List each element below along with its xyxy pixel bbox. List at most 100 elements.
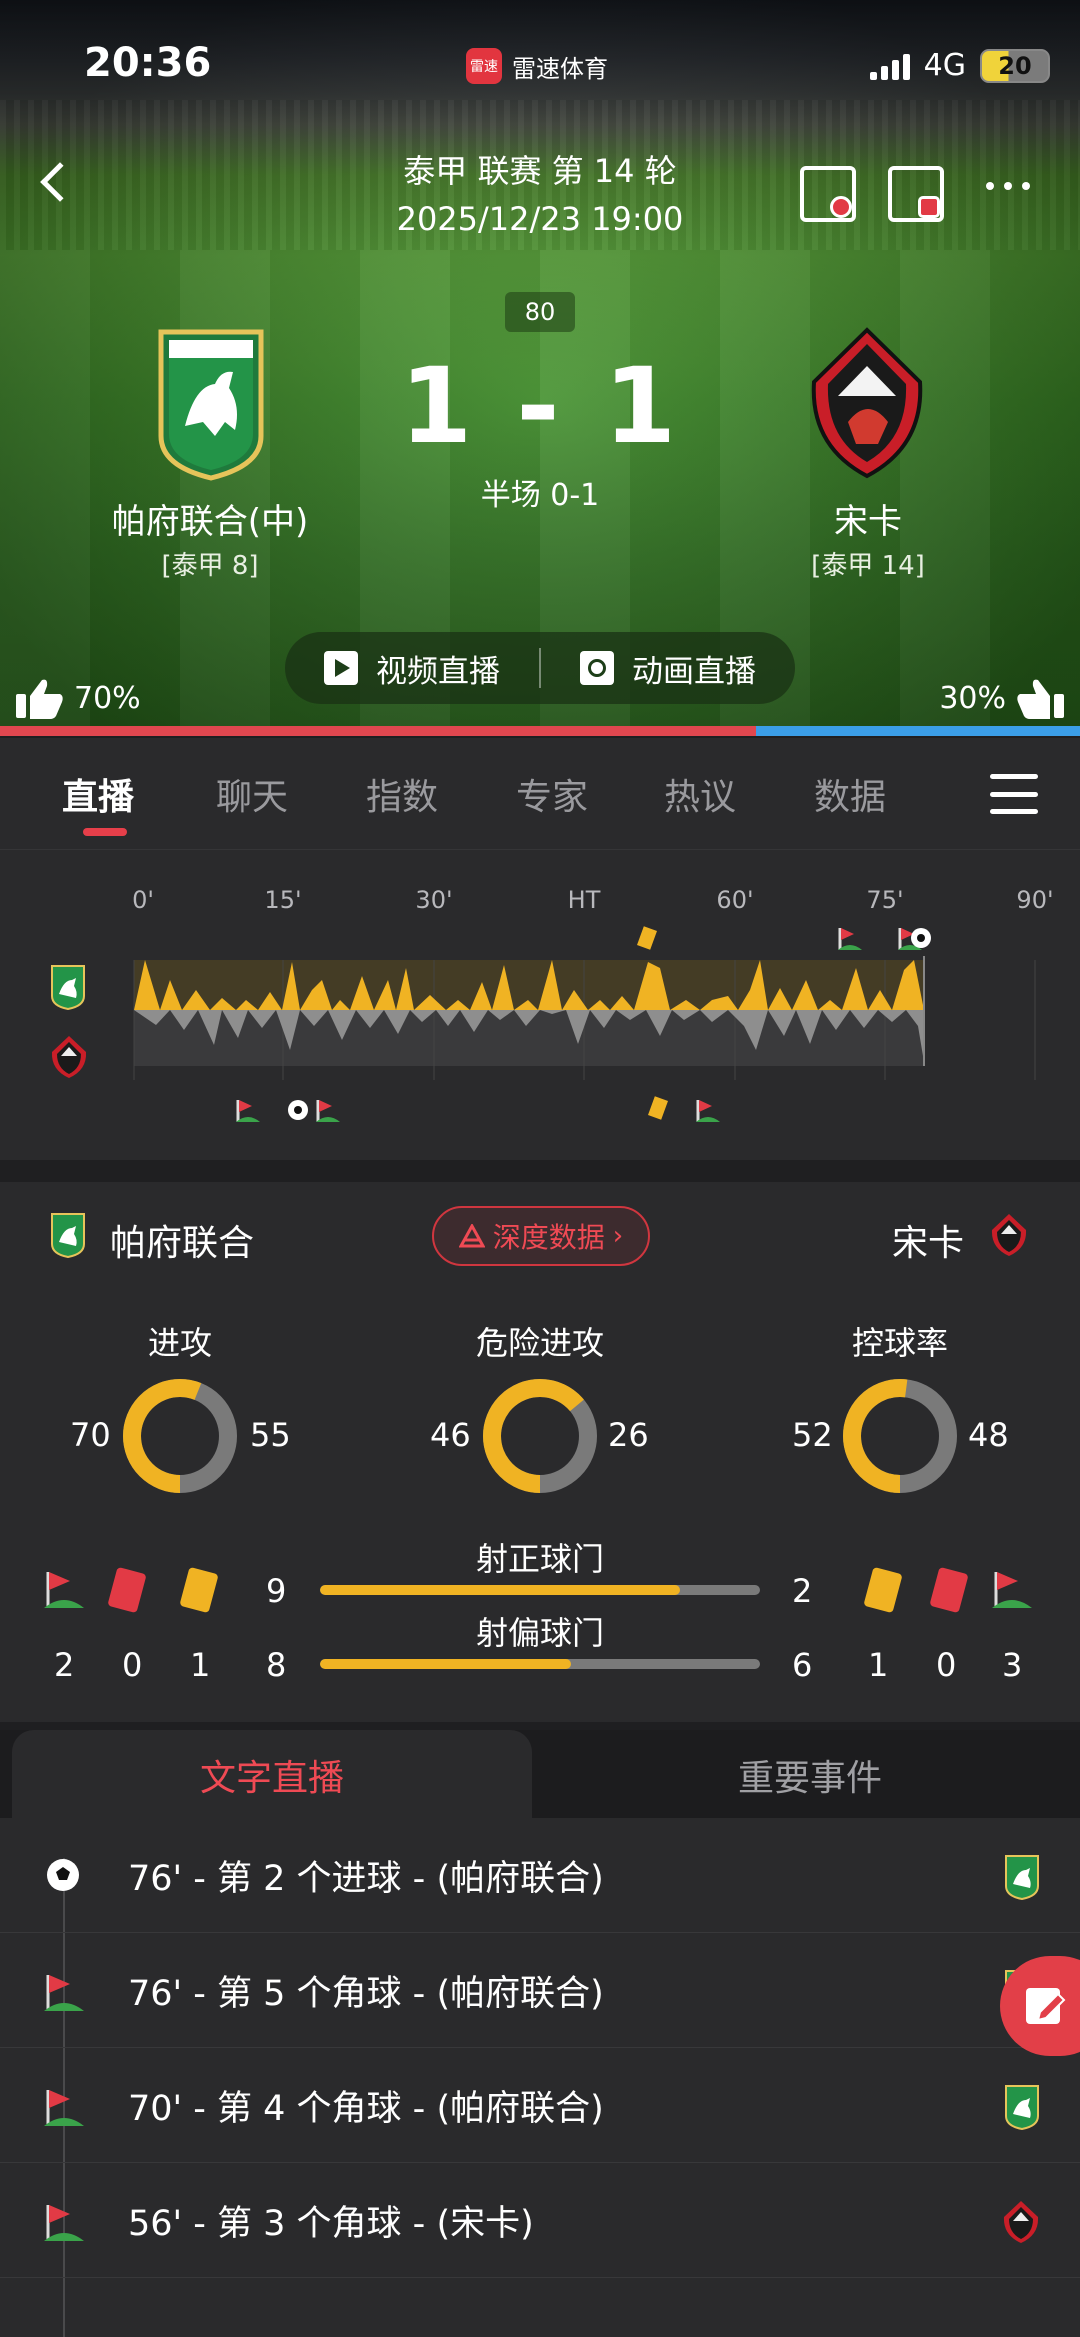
event-text: 76' - 第 2 个进球 - (帕府联合) (128, 1858, 604, 1899)
away-vote-pct: 30% (939, 680, 1006, 716)
video-live-button[interactable]: 视频直播 (285, 646, 539, 691)
away-team-mini-badge-icon (51, 1036, 87, 1078)
home-red-cards: 0 (122, 1646, 143, 1684)
battery-icon: 20 (980, 48, 1050, 83)
thumbs-up-icon (1017, 679, 1064, 719)
possession-donut (843, 1379, 957, 1493)
danger-attack-title: 危险进攻 (475, 1324, 604, 1362)
vote-ratio-bar (0, 726, 1080, 736)
menu-icon[interactable] (990, 774, 1038, 814)
danger-attack-home: 46 (430, 1416, 471, 1454)
corner-flag-icon (992, 1572, 1032, 1608)
corner-flag-icon (44, 2205, 84, 2241)
pip-icon[interactable] (888, 166, 944, 222)
tab-data[interactable]: 数据 (814, 768, 886, 820)
more-icon[interactable] (986, 182, 1030, 190)
tab-text-live[interactable]: 文字直播 (12, 1730, 532, 1820)
event-text: 56' - 第 3 个角球 - (宋卡) (128, 2203, 534, 2244)
shots-on-target-bar (320, 1585, 760, 1595)
away-team-name[interactable]: 宋卡 (750, 494, 986, 543)
tab-experts[interactable]: 专家 (516, 768, 588, 820)
away-team-mini-badge-icon (991, 1214, 1027, 1256)
tab-odds[interactable]: 指数 (366, 768, 438, 820)
shots-off-away: 6 (792, 1646, 813, 1684)
momentum-chart (133, 926, 1036, 1122)
app-name: 雷速体育 (512, 54, 608, 83)
event-text: 76' - 第 5 个角球 - (帕府联合) (128, 1973, 604, 2014)
tab-discussion[interactable]: 热议 (664, 768, 736, 820)
shots-on-away: 2 (792, 1572, 813, 1610)
animation-icon (580, 651, 614, 685)
away-yellow-cards: 1 (868, 1646, 889, 1684)
home-team-name[interactable]: 帕府联合(中) (70, 494, 350, 543)
battery-level: 20 (998, 51, 1032, 80)
home-corners: 2 (54, 1646, 75, 1684)
list-item[interactable]: 56' - 第 3 个角球 - (宋卡) (0, 2163, 1080, 2278)
tab-chat[interactable]: 聊天 (216, 768, 288, 820)
attack-title: 进攻 (147, 1324, 212, 1362)
signal-icon (869, 52, 910, 80)
home-vote[interactable]: 70% (14, 676, 141, 720)
attack-away: 55 (250, 1416, 291, 1454)
chevron-right-icon: › (612, 1221, 624, 1251)
status-time: 20:36 (84, 40, 212, 86)
home-yellow-cards: 1 (190, 1646, 211, 1684)
thumbs-up-icon (16, 679, 63, 719)
goal-icon (47, 1859, 79, 1891)
momentum-timeline: 0' 15' 30' HT 60' 75' 90' (0, 850, 1080, 1160)
home-team-mini-badge-icon (51, 1213, 85, 1258)
event-list: 76' - 第 2 个进球 - (帕府联合) 76' - 第 5 个角球 - (… (0, 1818, 1080, 2337)
away-corners: 3 (1002, 1646, 1023, 1684)
home-team-badge-icon[interactable] (155, 326, 267, 482)
warning-triangle-icon (458, 1224, 485, 1248)
home-vote-pct: 70% (74, 680, 141, 716)
possession-home: 52 (792, 1416, 833, 1454)
animation-live-label: 动画直播 (632, 653, 756, 690)
app-indicator: 雷速 雷速体育 (466, 48, 608, 84)
match-minute: 80 (505, 292, 575, 332)
stats-home-name: 帕府联合 (110, 1223, 255, 1264)
danger-attack-donut (483, 1379, 597, 1493)
tab-key-events[interactable]: 重要事件 (540, 1730, 1080, 1820)
attack-donut (123, 1379, 237, 1493)
shots-on-target-title: 射正球门 (475, 1540, 604, 1578)
corner-flag-icon (44, 2090, 84, 2126)
shots-off-home: 8 (266, 1646, 287, 1684)
home-team-mini-badge-icon (1005, 2085, 1039, 2130)
corner-flag-icon (44, 1572, 84, 1608)
edit-icon (1026, 1988, 1066, 2024)
stats-away-name: 宋卡 (892, 1223, 965, 1264)
list-item[interactable]: 76' - 第 5 个角球 - (帕府联合) (0, 1933, 1080, 2048)
live-options: 视频直播 动画直播 (285, 632, 795, 704)
active-tab-indicator (83, 828, 127, 836)
away-red-cards: 0 (936, 1646, 957, 1684)
float-window-icon[interactable] (800, 166, 856, 222)
home-team-mini-badge-icon (51, 965, 85, 1010)
network-label: 4G (923, 48, 966, 83)
possession-title: 控球率 (851, 1324, 948, 1362)
tab-live[interactable]: 直播 (62, 768, 134, 820)
live-tabs: 文字直播 重要事件 (0, 1730, 1080, 1820)
deep-data-label: 深度数据 (492, 1221, 605, 1254)
home-team-rank: [泰甲 8] (161, 551, 259, 581)
shots-off-target-title: 射偏球门 (475, 1614, 604, 1652)
shots-off-target-bar (320, 1659, 760, 1669)
attack-home: 70 (70, 1416, 111, 1454)
list-item[interactable]: 70' - 第 4 个角球 - (帕府联合) (0, 2048, 1080, 2163)
system-status: 4G 20 (869, 48, 1050, 83)
play-icon (324, 651, 358, 685)
main-tabs: 直播 聊天 指数 专家 热议 数据 (0, 738, 1080, 850)
event-text: 70' - 第 4 个角球 - (帕府联合) (128, 2088, 604, 2129)
danger-attack-away: 26 (608, 1416, 649, 1454)
away-vote[interactable]: 30% (939, 676, 1066, 720)
deep-data-button[interactable]: 深度数据 › (432, 1206, 650, 1266)
shots-on-home: 9 (266, 1572, 287, 1610)
away-team-rank: [泰甲 14] (811, 551, 925, 581)
list-item[interactable]: 76' - 第 2 个进球 - (帕府联合) (0, 1818, 1080, 1933)
away-team-badge-icon[interactable] (808, 326, 926, 482)
away-team-mini-badge-icon (1003, 2201, 1039, 2243)
animation-live-button[interactable]: 动画直播 (541, 646, 795, 691)
home-team-mini-badge-icon (1005, 1855, 1039, 1900)
app-logo-icon: 雷速 (466, 48, 502, 84)
possession-away: 48 (968, 1416, 1009, 1454)
